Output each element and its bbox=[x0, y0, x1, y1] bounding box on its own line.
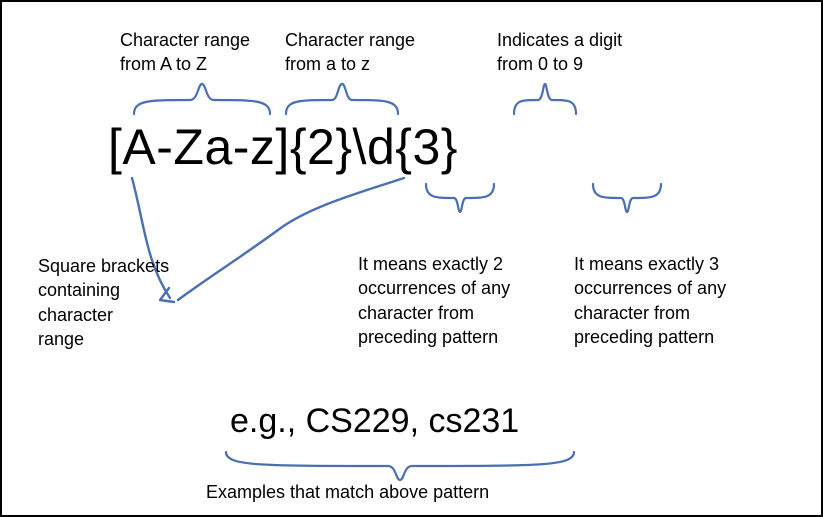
regex-digit: \d bbox=[353, 119, 396, 175]
label-quant-2: It means exactly 2 occurrences of any ch… bbox=[358, 252, 510, 349]
brace-top-digit-icon bbox=[510, 80, 580, 118]
examples-text: e.g., CS229, cs231 bbox=[230, 402, 519, 441]
regex-expression: [A-Za-z]{2}\d{3} bbox=[108, 118, 458, 176]
regex-quant-2: {2} bbox=[290, 119, 353, 175]
brace-examples-icon bbox=[220, 448, 580, 484]
label-square-brackets: Square brackets containing character ran… bbox=[38, 254, 169, 351]
brace-bottom-quant3-icon bbox=[587, 180, 667, 216]
label-range-lower: Character range from a to z bbox=[285, 28, 415, 77]
brace-top-lower-range-icon bbox=[282, 80, 402, 118]
regex-range-lower: a-z bbox=[204, 119, 275, 175]
brace-bottom-quant2-icon bbox=[420, 180, 500, 216]
label-quant-3: It means exactly 3 occurrences of any ch… bbox=[574, 252, 726, 349]
regex-close-bracket: ] bbox=[275, 119, 289, 175]
label-examples-caption: Examples that match above pattern bbox=[206, 480, 489, 504]
label-digit: Indicates a digit from 0 to 9 bbox=[497, 28, 622, 77]
brace-top-upper-range-icon bbox=[130, 80, 274, 118]
diagram-frame: Character range from A to Z Character ra… bbox=[0, 0, 823, 517]
regex-range-upper: A-Z bbox=[122, 119, 204, 175]
regex-quant-3: {3} bbox=[395, 119, 458, 175]
regex-open-bracket: [ bbox=[108, 119, 122, 175]
label-range-upper: Character range from A to Z bbox=[120, 28, 250, 77]
